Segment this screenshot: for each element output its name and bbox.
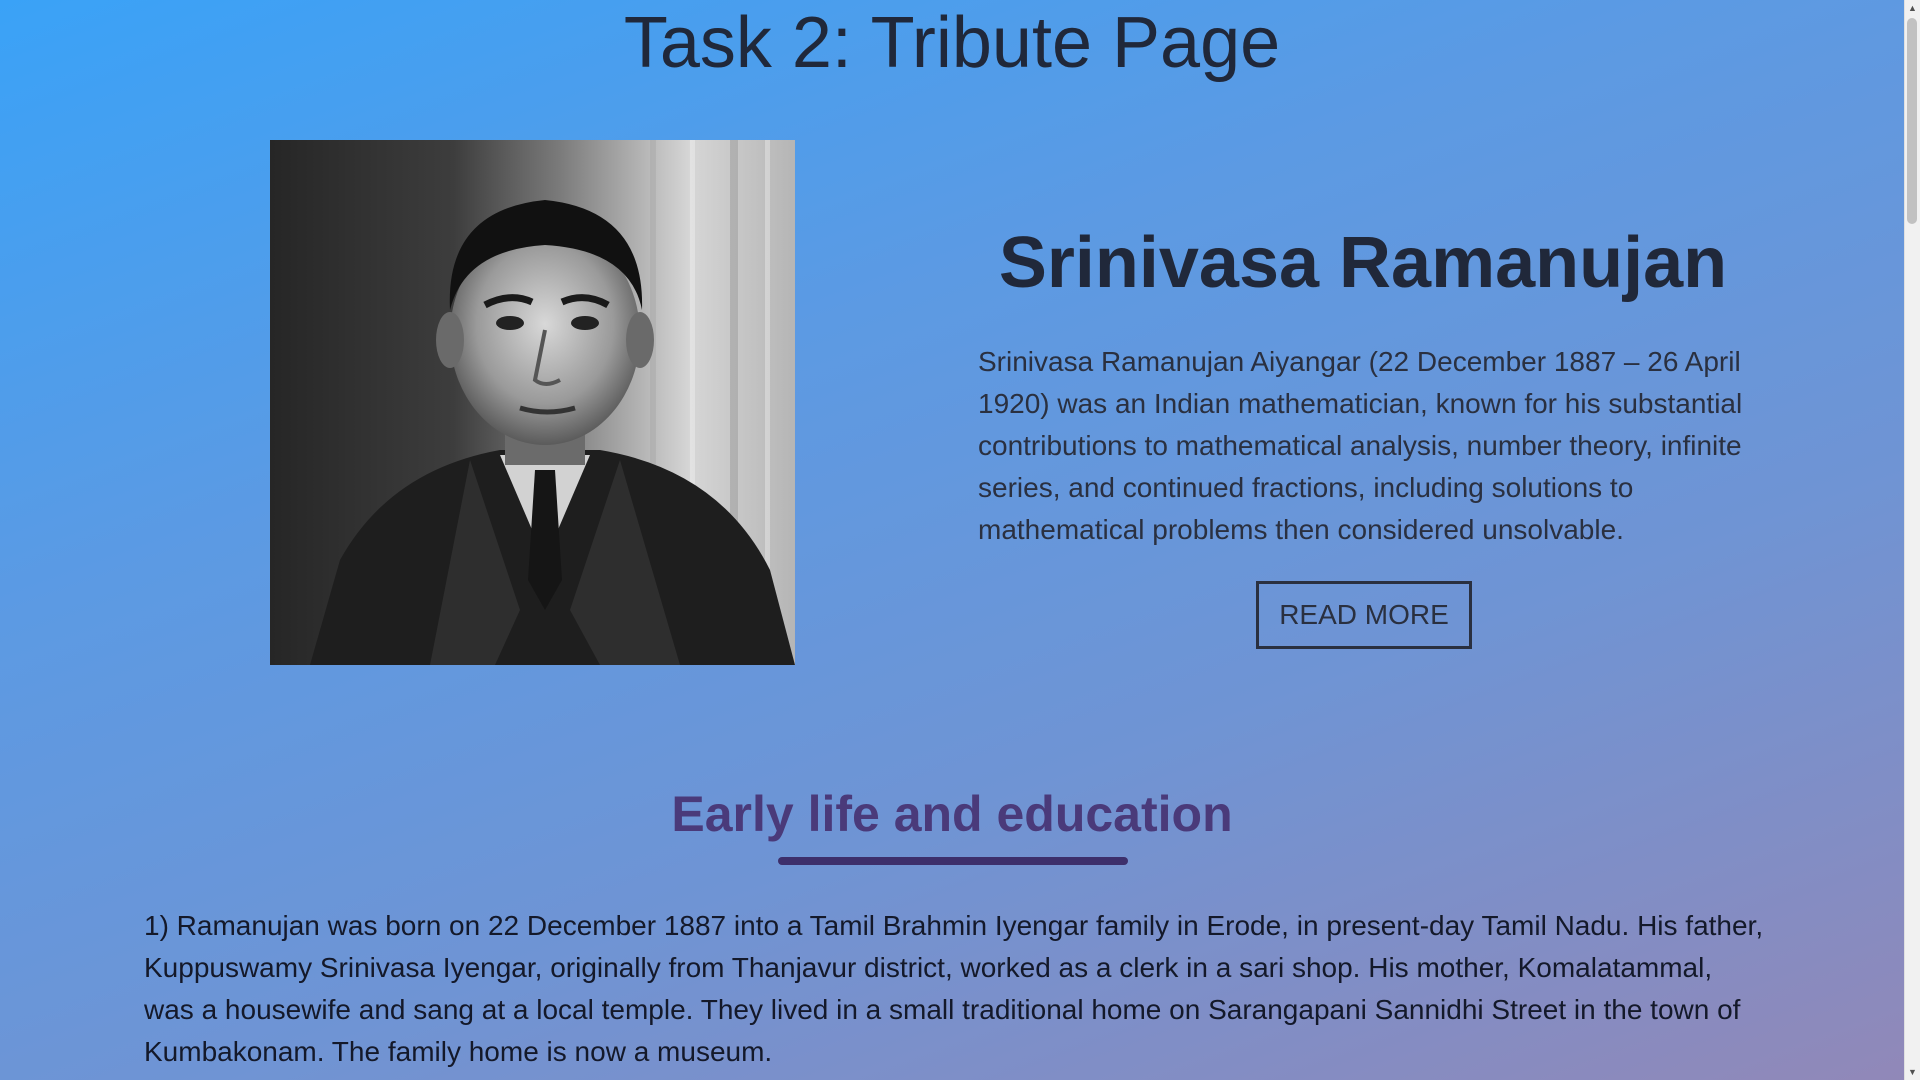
hero-text-block: Srinivasa Ramanujan Srinivasa Ramanujan …	[978, 215, 1748, 649]
section-paragraph: 1) Ramanujan was born on 22 December 188…	[144, 910, 1764, 1067]
portrait-illustration	[270, 140, 795, 665]
hero-name: Srinivasa Ramanujan	[998, 223, 1728, 303]
read-more-button[interactable]: READ MORE	[1256, 581, 1472, 649]
page-title: Task 2: Tribute Page	[623, 3, 1281, 83]
portrait-photo	[270, 140, 795, 665]
scrollbar-thumb[interactable]	[1907, 18, 1917, 224]
tribute-page: Task 2: Tribute Page Srinivasa Ramanujan…	[0, 0, 1904, 1080]
hero-bio: Srinivasa Ramanujan Aiyangar (22 Decembe…	[978, 346, 1743, 545]
section-heading: Early life and education	[671, 786, 1233, 842]
scroll-down-arrow-icon[interactable]: ▼	[1905, 1064, 1920, 1080]
vertical-scrollbar[interactable]: ▲ ▼	[1904, 0, 1920, 1080]
scroll-up-arrow-icon[interactable]: ▲	[1905, 0, 1920, 16]
section-underline	[778, 857, 1128, 865]
